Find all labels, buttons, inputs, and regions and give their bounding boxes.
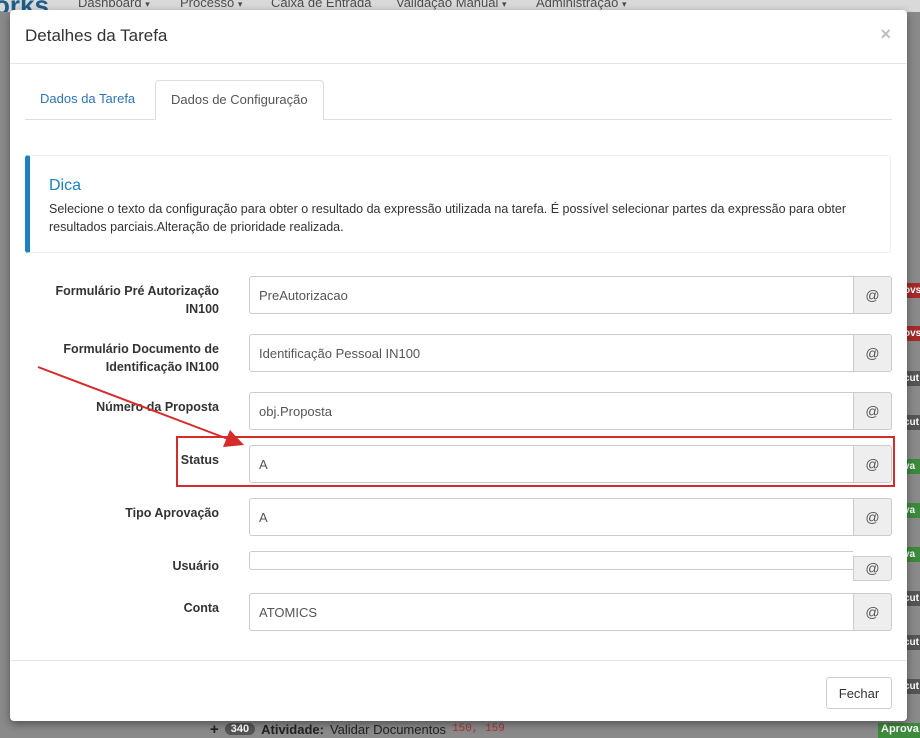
nav-caixa-entrada[interactable]: Caixa de Entrada bbox=[271, 0, 371, 10]
modal-footer: Fechar bbox=[10, 660, 907, 722]
fechar-button[interactable]: Fechar bbox=[826, 677, 892, 709]
activity-label: Atividade: bbox=[261, 721, 324, 737]
expand-icon[interactable]: + bbox=[210, 721, 219, 738]
activity-count-badge: 340 bbox=[224, 723, 256, 735]
nav-processo[interactable]: Processo ▾ bbox=[180, 0, 242, 10]
task-details-modal: Detalhes da Tarefa × Dados da Tarefa Dad… bbox=[10, 10, 907, 721]
nav-validacao-manual[interactable]: Validação Manual ▾ bbox=[396, 0, 507, 10]
activity-code: 150, 159 bbox=[452, 723, 505, 735]
nav-administracao[interactable]: Administração ▾ bbox=[536, 0, 627, 10]
bg-aprova-badge: Aprova bbox=[878, 723, 920, 738]
bg-activity-row: + 340 Atividade: Validar Documentos 150,… bbox=[210, 720, 505, 738]
annotation-arrow-icon bbox=[37, 366, 244, 447]
activity-name: Validar Documentos bbox=[329, 721, 447, 737]
nav-dashboard[interactable]: Dashboard ▾ bbox=[78, 0, 150, 10]
